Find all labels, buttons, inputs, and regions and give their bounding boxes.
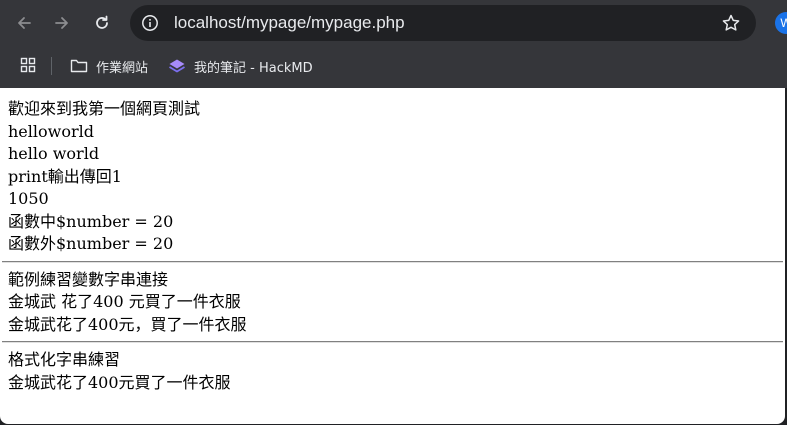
output-line: helloworld: [8, 121, 94, 141]
section-heading: 範例練習變數字串連接: [8, 269, 169, 289]
divider: [2, 260, 783, 263]
output-line: 1050: [8, 189, 49, 208]
profile-avatar[interactable]: W: [775, 12, 787, 34]
output-line: hello world: [8, 144, 100, 163]
star-icon: [722, 14, 740, 31]
bookmark-star-button[interactable]: [720, 12, 742, 34]
url-text[interactable]: localhost/mypage/mypage.php: [174, 13, 405, 33]
bookmarks-separator: [51, 57, 52, 75]
welcome-text: 歡迎來到我第一個網頁測試: [8, 99, 201, 118]
output-line: 金城武 花了400 元買了一件衣服: [8, 292, 241, 311]
browser-chrome: localhost/mypage/mypage.php W 作業網站 我的筆記 …: [0, 0, 787, 88]
arrow-left-icon: [18, 17, 31, 29]
output-line: 金城武花了400元，買了一件衣服: [8, 314, 247, 334]
apps-grid-icon: [20, 57, 36, 73]
divider: [2, 341, 783, 343]
address-bar[interactable]: localhost/mypage/mypage.php: [130, 5, 756, 41]
web-page-content: 歡迎來到我第一個網頁測試 helloworld hello world prin…: [0, 88, 785, 424]
bookmarks-bar: 作業網站 我的筆記 - HackMD: [0, 48, 787, 84]
reload-icon: [96, 15, 108, 29]
bookmark-label: 我的筆記 - HackMD: [194, 60, 313, 76]
forward-button[interactable]: [50, 11, 74, 35]
output-line: print輸出傳回1: [8, 166, 122, 186]
arrow-right-icon: [55, 17, 68, 29]
bookmark-hackmd[interactable]: 我的筆記 - HackMD: [168, 54, 313, 78]
browser-toolbar: localhost/mypage/mypage.php W: [0, 0, 787, 46]
hackmd-icon: [169, 59, 185, 73]
page-body: 歡迎來到我第一個網頁測試 helloworld hello world prin…: [0, 88, 785, 394]
output-line: 函數外$number = 20: [8, 234, 174, 253]
back-button[interactable]: [12, 11, 36, 35]
section-heading: 格式化字串練習: [8, 350, 121, 369]
site-info-button[interactable]: [139, 12, 161, 34]
output-line: 金城武花了400元買了一件衣服: [8, 372, 231, 392]
bookmark-label: 作業網站: [96, 60, 149, 76]
folder-icon: [70, 59, 88, 73]
bookmark-folder-homework[interactable]: 作業網站: [70, 54, 148, 78]
output-line: 函數中$number = 20: [8, 211, 174, 231]
apps-button[interactable]: [20, 57, 36, 73]
info-icon: [142, 15, 158, 31]
reload-button[interactable]: [90, 11, 114, 35]
